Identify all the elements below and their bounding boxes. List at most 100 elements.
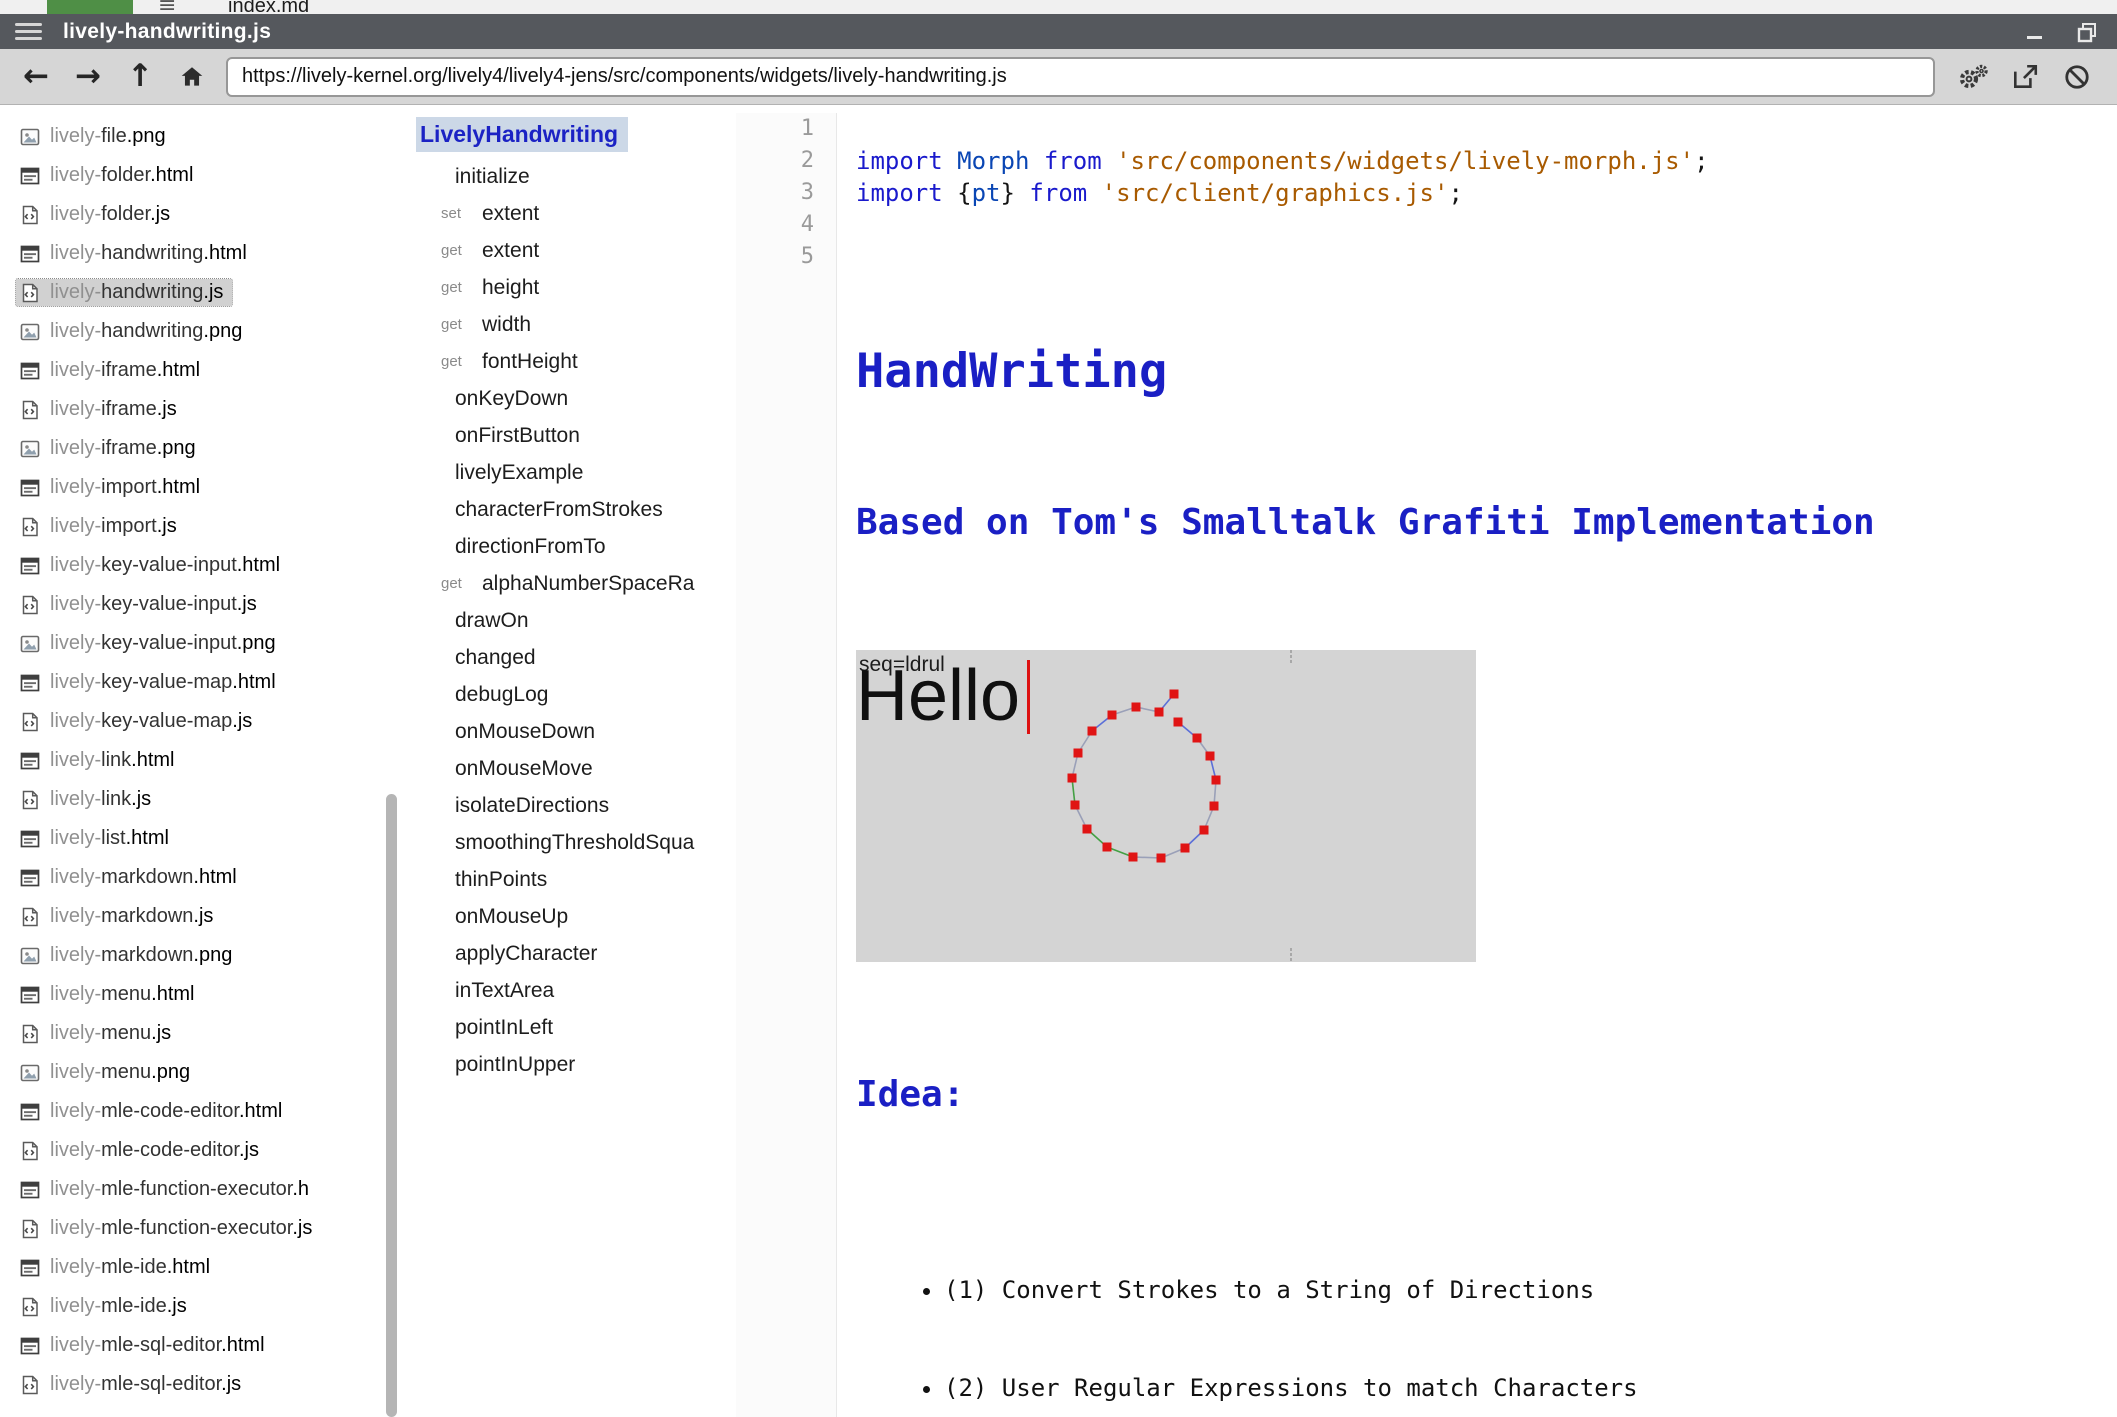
stroke-control-point[interactable] (1103, 843, 1112, 852)
file-row[interactable]: lively-iframe.png (0, 429, 396, 468)
outline-item[interactable]: pointInUpper (416, 1046, 736, 1083)
open-external-button[interactable] (1999, 54, 2051, 100)
outline-item[interactable]: isolateDirections (416, 787, 736, 824)
file-row[interactable]: lively-mle-sql-editor.html (0, 1326, 396, 1365)
file-name: lively-handwriting.png (50, 320, 242, 343)
stroke-control-point[interactable] (1157, 854, 1166, 863)
file-row[interactable]: lively-mle-code-editor.js (0, 1131, 396, 1170)
outline-item[interactable]: drawOn (416, 602, 736, 639)
outline-item[interactable]: changed (416, 639, 736, 676)
outline-item[interactable]: debugLog (416, 676, 736, 713)
outline-class-title[interactable]: LivelyHandwriting (416, 117, 628, 152)
file-row[interactable]: lively-key-value-input.js (0, 585, 396, 624)
cancel-button[interactable] (2051, 54, 2103, 100)
stroke-control-point[interactable] (1083, 825, 1092, 834)
file-row[interactable]: lively-mle-function-executor.h (0, 1170, 396, 1209)
stroke-control-point[interactable] (1068, 774, 1077, 783)
stroke-control-point[interactable] (1170, 690, 1179, 699)
file-name: lively-key-value-map.js (50, 710, 252, 733)
image-file-icon (19, 945, 41, 967)
stroke-control-point[interactable] (1212, 776, 1221, 785)
file-list-scrollbar[interactable] (386, 794, 397, 1417)
file-row[interactable]: lively-markdown.html (0, 858, 396, 897)
file-row[interactable]: lively-list.html (0, 819, 396, 858)
file-row[interactable]: lively-handwriting.html (0, 234, 396, 273)
outline-item[interactable]: inTextArea (416, 972, 736, 1009)
outline-item[interactable]: pointInLeft (416, 1009, 736, 1046)
file-row[interactable]: lively-mle-function-executor.js (0, 1209, 396, 1248)
outline-item[interactable]: applyCharacter (416, 935, 736, 972)
file-row[interactable]: lively-link.js (0, 780, 396, 819)
file-row[interactable]: lively-key-value-input.html (0, 546, 396, 585)
file-row[interactable]: lively-menu.js (0, 1014, 396, 1053)
outline-item[interactable]: onMouseUp (416, 898, 736, 935)
outline-item[interactable]: getfontHeight (416, 343, 736, 380)
file-row[interactable]: lively-link.html (0, 741, 396, 780)
outline-item[interactable]: setextent (416, 195, 736, 232)
stroke-control-point[interactable] (1210, 802, 1219, 811)
settings-button[interactable] (1947, 54, 1999, 100)
outline-item[interactable]: onFirstButton (416, 417, 736, 454)
file-row[interactable]: lively-folder.html (0, 156, 396, 195)
file-row[interactable]: lively-mle-ide.js (0, 1287, 396, 1326)
outline-item[interactable]: getheight (416, 269, 736, 306)
outline-item[interactable]: directionFromTo (416, 528, 736, 565)
file-row[interactable]: lively-menu.png (0, 1053, 396, 1092)
file-row[interactable]: lively-import.js (0, 507, 396, 546)
stroke-control-point[interactable] (1088, 727, 1097, 736)
stroke-control-point[interactable] (1071, 801, 1080, 810)
code-line[interactable]: import {pt} from 'src/client/graphics.js… (837, 177, 2117, 209)
outline-item[interactable]: getextent (416, 232, 736, 269)
outline-item[interactable]: initialize (416, 158, 736, 195)
file-row[interactable]: lively-key-value-input.png (0, 624, 396, 663)
file-row[interactable]: lively-iframe.html (0, 351, 396, 390)
up-button[interactable]: ↑ (114, 54, 166, 100)
file-row[interactable]: lively-mle-sql-editor.js (0, 1365, 396, 1404)
file-row[interactable]: lively-handwriting.js (0, 273, 396, 312)
code-editor[interactable]: 12import Morph from 'src/components/widg… (736, 105, 2117, 1417)
outline-item[interactable]: getwidth (416, 306, 736, 343)
markdown-widget-slot[interactable]: HandWriting Based on Tom's Smalltalk Gra… (837, 273, 2117, 1417)
maximize-icon[interactable] (2075, 20, 2099, 44)
file-row[interactable]: lively-menu.html (0, 975, 396, 1014)
file-row[interactable]: lively-key-value-map.html (0, 663, 396, 702)
outline-item[interactable]: onMouseDown (416, 713, 736, 750)
stroke-control-point[interactable] (1132, 703, 1141, 712)
stroke-control-point[interactable] (1200, 826, 1209, 835)
stroke-control-point[interactable] (1206, 752, 1215, 761)
stroke-control-point[interactable] (1181, 844, 1190, 853)
file-row[interactable]: lively-handwriting.png (0, 312, 396, 351)
forward-arrow-icon: → (75, 61, 101, 92)
file-row[interactable]: lively-markdown.js (0, 897, 396, 936)
file-row[interactable]: lively-import.html (0, 468, 396, 507)
menu-icon[interactable] (15, 23, 42, 40)
stroke-control-point[interactable] (1155, 708, 1164, 717)
stroke-control-point[interactable] (1174, 718, 1183, 727)
file-row[interactable]: lively-iframe.js (0, 390, 396, 429)
outline-item[interactable]: livelyExample (416, 454, 736, 491)
stroke-control-point[interactable] (1129, 853, 1138, 862)
background-tab-icon (47, 0, 133, 14)
outline-item[interactable]: getalphaNumberSpaceRa (416, 565, 736, 602)
file-row[interactable]: lively-markdown.png (0, 936, 396, 975)
file-row[interactable]: lively-key-value-map.js (0, 702, 396, 741)
outline-item[interactable]: onMouseMove (416, 750, 736, 787)
outline-item[interactable]: thinPoints (416, 861, 736, 898)
back-button[interactable]: ← (10, 54, 62, 100)
stroke-control-point[interactable] (1193, 734, 1202, 743)
stroke-control-point[interactable] (1074, 749, 1083, 758)
stroke-control-point[interactable] (1108, 711, 1117, 720)
forward-button[interactable]: → (62, 54, 114, 100)
file-name: lively-key-value-map.html (50, 671, 276, 694)
file-row[interactable]: lively-folder.js (0, 195, 396, 234)
outline-item[interactable]: smoothingThresholdSqua (416, 824, 736, 861)
file-row[interactable]: lively-mle-code-editor.html (0, 1092, 396, 1131)
file-row[interactable]: lively-file.png (0, 117, 396, 156)
minimize-icon[interactable] (2023, 20, 2047, 44)
file-row[interactable]: lively-mle-ide.html (0, 1248, 396, 1287)
outline-item[interactable]: characterFromStrokes (416, 491, 736, 528)
url-input[interactable] (226, 57, 1935, 97)
home-button[interactable] (166, 54, 218, 100)
outline-item[interactable]: onKeyDown (416, 380, 736, 417)
code-line[interactable]: import Morph from 'src/components/widget… (837, 145, 2117, 177)
